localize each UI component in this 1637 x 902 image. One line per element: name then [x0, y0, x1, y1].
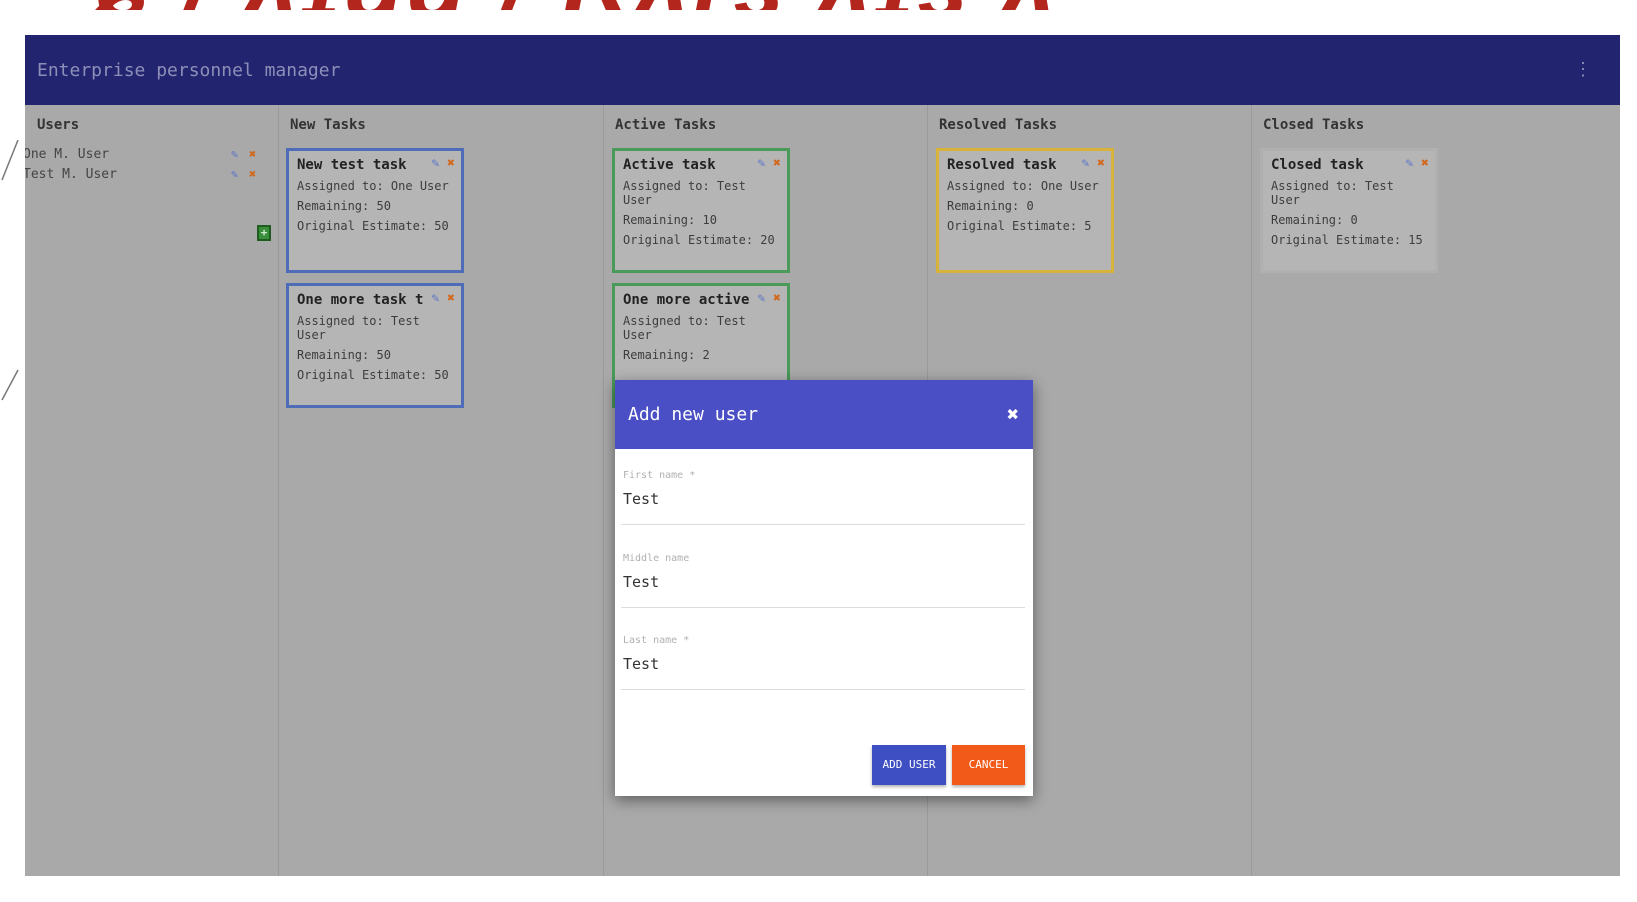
delete-icon[interactable]: ✖	[447, 291, 455, 306]
slide-decoration	[1, 140, 19, 401]
first-name-field: First name *	[621, 470, 1025, 525]
task-title: Closed task	[1271, 157, 1364, 173]
task-assigned: Assigned to: Test User	[297, 314, 420, 342]
task-actions: ✎ ✖	[432, 291, 455, 306]
edit-icon[interactable]: ✎	[231, 167, 238, 181]
middle-name-field: Middle name	[621, 553, 1025, 608]
last-name-input[interactable]	[623, 651, 1018, 677]
closed-tasks-column: Closed Tasks Closed task ✎ ✖ Assigned to…	[1251, 105, 1620, 876]
edit-icon[interactable]: ✎	[1406, 156, 1414, 171]
middle-name-input[interactable]	[623, 569, 1018, 595]
task-estimate: Original Estimate: 50	[297, 368, 449, 382]
add-user-dialog: Add new user ✖ First name * Middle name …	[615, 380, 1033, 796]
task-assigned: Assigned to: Test User	[1271, 179, 1394, 207]
add-user-button[interactable]: +	[257, 225, 271, 241]
edit-icon[interactable]: ✎	[758, 156, 766, 171]
users-column: Users One M. User ✎ ✖ Test M. User ✎ ✖ +	[25, 105, 278, 876]
task-remaining: Remaining: 50	[297, 199, 391, 213]
new-tasks-header: New Tasks	[290, 117, 366, 133]
task-actions: ✎ ✖	[758, 291, 781, 306]
task-title: Resolved task	[947, 157, 1057, 173]
edit-icon[interactable]: ✎	[231, 147, 238, 161]
delete-icon[interactable]: ✖	[1097, 156, 1105, 171]
closed-tasks-header: Closed Tasks	[1263, 117, 1365, 133]
task-title: Active task	[623, 157, 716, 173]
edit-icon[interactable]: ✎	[1082, 156, 1090, 171]
delete-icon[interactable]: ✖	[249, 167, 256, 181]
task-card[interactable]: One more task t... ✎ ✖ Assigned to: Test…	[286, 283, 464, 408]
resolved-tasks-header: Resolved Tasks	[939, 117, 1058, 133]
users-header: Users	[37, 117, 80, 133]
task-remaining: Remaining: 0	[1271, 213, 1358, 227]
add-user-submit-button[interactable]: ADD USER	[872, 745, 946, 785]
task-title: One more active...	[623, 292, 751, 308]
delete-icon[interactable]: ✖	[773, 156, 781, 171]
slide-title: ɕ / ᴧɪɗɑ / Ɽᴧɾɜ ᴧɪɜ ᴧ	[95, 0, 1395, 10]
task-estimate: Original Estimate: 20	[623, 233, 775, 247]
task-card[interactable]: Closed task ✎ ✖ Assigned to: Test User R…	[1260, 148, 1438, 273]
user-name: Test M. User	[25, 167, 117, 182]
task-card[interactable]: Active task ✎ ✖ Assigned to: Test User R…	[612, 148, 790, 273]
new-tasks-column: New Tasks New test task ✎ ✖ Assigned to:…	[278, 105, 603, 876]
task-actions: ✎ ✖	[432, 156, 455, 171]
task-actions: ✎ ✖	[1406, 156, 1429, 171]
middle-name-label: Middle name	[623, 553, 690, 564]
user-name: One M. User	[25, 147, 110, 162]
last-name-field: Last name *	[621, 635, 1025, 690]
task-assigned: Assigned to: Test User	[623, 179, 746, 207]
task-card[interactable]: New test task ✎ ✖ Assigned to: One User …	[286, 148, 464, 273]
edit-icon[interactable]: ✎	[432, 156, 440, 171]
delete-icon[interactable]: ✖	[447, 156, 455, 171]
edit-icon[interactable]: ✎	[432, 291, 440, 306]
task-estimate: Original Estimate: 5	[947, 219, 1092, 233]
task-actions: ✎ ✖	[758, 156, 781, 171]
app-title: Enterprise personnel manager	[37, 59, 341, 81]
task-remaining: Remaining: 10	[623, 213, 717, 227]
more-menu-icon[interactable]: ⋮	[1574, 59, 1592, 80]
dialog-header: Add new user ✖	[615, 380, 1033, 449]
task-remaining: Remaining: 50	[297, 348, 391, 362]
delete-icon[interactable]: ✖	[1421, 156, 1429, 171]
first-name-input[interactable]	[623, 486, 1018, 512]
task-card[interactable]: Resolved task ✎ ✖ Assigned to: One User …	[936, 148, 1114, 273]
app-bar: Enterprise personnel manager ⋮	[25, 35, 1620, 105]
task-title: One more task t...	[297, 292, 425, 308]
task-assigned: Assigned to: One User	[947, 179, 1099, 193]
task-actions: ✎ ✖	[1082, 156, 1105, 171]
task-remaining: Remaining: 2	[623, 348, 710, 362]
close-icon[interactable]: ✖	[1007, 402, 1019, 426]
edit-icon[interactable]: ✎	[758, 291, 766, 306]
delete-icon[interactable]: ✖	[249, 147, 256, 161]
dialog-title: Add new user	[628, 404, 759, 425]
user-row[interactable]: Test M. User ✎ ✖	[25, 167, 273, 185]
delete-icon[interactable]: ✖	[773, 291, 781, 306]
active-tasks-header: Active Tasks	[615, 117, 717, 133]
task-remaining: Remaining: 0	[947, 199, 1034, 213]
task-assigned: Assigned to: One User	[297, 179, 449, 193]
user-row[interactable]: One M. User ✎ ✖	[25, 147, 273, 165]
task-estimate: Original Estimate: 50	[297, 219, 449, 233]
task-title: New test task	[297, 157, 407, 173]
first-name-label: First name *	[623, 470, 696, 481]
task-assigned: Assigned to: Test User	[623, 314, 746, 342]
task-estimate: Original Estimate: 15	[1271, 233, 1423, 247]
cancel-button[interactable]: CANCEL	[952, 745, 1025, 785]
last-name-label: Last name *	[623, 635, 690, 646]
